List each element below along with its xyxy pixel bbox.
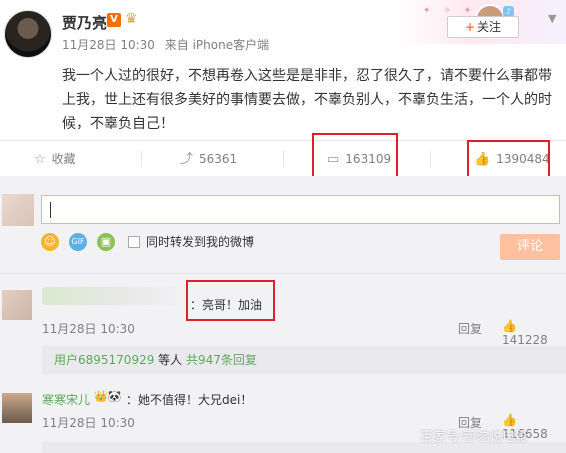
my-avatar [2, 194, 34, 226]
comment-text: ：她不值得！大兄dei！ [126, 393, 253, 407]
subreplies-summary[interactable]: 用户6895170929 等人 共947条回复 [42, 346, 566, 374]
highlight-box-comment [312, 133, 398, 178]
vip-crown-icon: ♛ [125, 11, 138, 27]
post-meta: 11月28日 10:30 来自 iPhone客户端 [62, 36, 275, 53]
text-caret [50, 202, 51, 218]
subreply-middle: 等人 [154, 353, 186, 367]
reply-button[interactable]: 回复 [458, 320, 482, 337]
commenter-name[interactable]: 寒寒宋儿 [42, 391, 90, 408]
thumbs-up-icon: 👍 [502, 319, 517, 333]
repost-checkbox[interactable] [128, 236, 140, 248]
watermark: 百家号/新晌说电影 [420, 430, 529, 445]
commenter-avatar[interactable] [2, 290, 32, 320]
chevron-down-icon[interactable]: ▼ [548, 12, 556, 25]
gif-icon[interactable]: GIF [69, 233, 87, 251]
post-content: 我一个人过的很好，不想再卷入这些是是非非，忍了很久了，请不要什么事都带上我，世上… [62, 68, 552, 132]
user-avatar[interactable] [4, 10, 52, 58]
comment-section: ☺ GIF ▣ 同时转发到我的微博 评论 [0, 176, 566, 453]
divider [430, 151, 431, 167]
comment-time: 11月28日 10:30 [42, 322, 135, 336]
decoration-icon: ✦ ✧ ✦ [423, 6, 477, 16]
divider [141, 151, 142, 167]
image-icon[interactable]: ▣ [97, 233, 115, 251]
divider [0, 273, 566, 274]
comment-like-count: 141228 [502, 333, 548, 347]
repost-count: 56361 [199, 152, 238, 166]
follow-label: 关注 [477, 20, 502, 34]
emoji-icon[interactable]: ☺ [41, 233, 59, 251]
submit-comment-button[interactable]: 评论 [500, 234, 560, 260]
thumbs-up-icon: 👍 [502, 413, 517, 427]
comment-input[interactable] [41, 195, 560, 224]
repost-button[interactable]: ⤴ 56361 [180, 141, 237, 177]
highlight-box-comment-text [186, 280, 275, 321]
favorite-button[interactable]: ☆ 收藏 [34, 141, 76, 177]
comment-like-button[interactable]: 👍141228 [502, 319, 566, 347]
subreply-count[interactable]: 共947条回复 [186, 353, 257, 367]
commenter-avatar[interactable] [2, 393, 32, 423]
post-username[interactable]: 贾乃亮 [62, 12, 107, 33]
favorite-label: 收藏 [51, 152, 76, 166]
weibo-post: 贾乃亮 V ♛ 11月28日 10:30 来自 iPhone客户端 ✦ ✧ ✦ … [0, 0, 566, 140]
highlight-box-like [467, 140, 550, 181]
post-source[interactable]: 来自 iPhone客户端 [165, 38, 269, 52]
follow-button[interactable]: + 关注 [447, 16, 519, 38]
repost-checkbox-label: 同时转发到我的微博 [146, 235, 255, 249]
post-time[interactable]: 11月28日 10:30 [62, 38, 155, 52]
plus-icon: + [464, 20, 476, 34]
repost-icon: ⤴ [180, 152, 194, 167]
verified-v-icon: V [107, 13, 121, 27]
user-badge-icons: 👑🐼 [94, 390, 122, 403]
subreply-user[interactable]: 用户6895170929 [54, 353, 154, 367]
star-icon: ☆ [34, 152, 46, 167]
comment-time: 11月28日 10:30 [42, 416, 135, 430]
commenter-name-blurred [42, 287, 187, 305]
divider [283, 151, 284, 167]
